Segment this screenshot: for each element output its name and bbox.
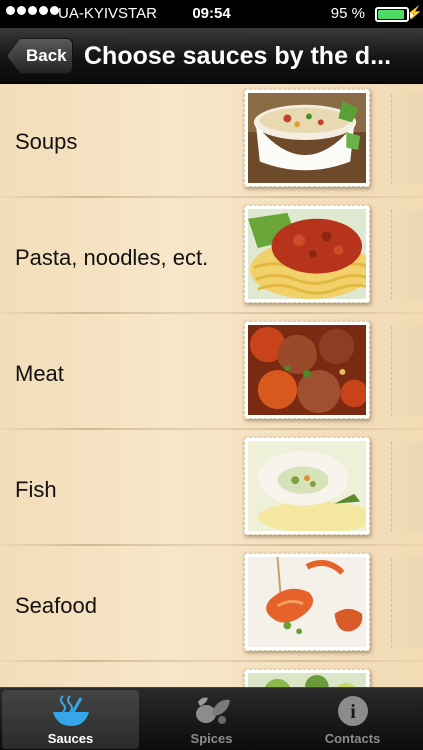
list-item-pasta[interactable]: Pasta, noodles, ect. <box>0 200 423 316</box>
pasta-photo <box>244 205 377 303</box>
list-item-meat[interactable]: Meat <box>0 316 423 432</box>
back-button[interactable]: Back <box>7 38 73 74</box>
list-item-label: Seafood <box>15 593 97 618</box>
battery-icon <box>375 7 409 22</box>
list-item-soups[interactable]: Soups <box>0 84 423 200</box>
list-item-fish[interactable]: Fish <box>0 432 423 548</box>
tab-sauces[interactable]: Sauces <box>2 690 139 749</box>
dish-category-list[interactable]: Soups Pasta, noodles, ect. Meat Fish Sea… <box>0 84 423 687</box>
list-item-partial[interactable] <box>0 664 423 687</box>
tab-label: Spices <box>190 731 233 746</box>
navigation-bar: Back Choose sauces by the d... <box>0 28 423 84</box>
page-edge-decoration <box>391 442 423 532</box>
list-item-label: Fish <box>15 477 57 502</box>
tab-bar: Sauces Spices i Contacts <box>0 687 423 750</box>
tab-label: Sauces <box>47 731 94 746</box>
salad-photo <box>244 669 370 687</box>
list-item-label: Soups <box>15 129 78 154</box>
spices-icon <box>195 697 230 724</box>
list-item-label: Pasta, noodles, ect. <box>15 245 209 270</box>
soup-bowl-photo <box>244 89 370 187</box>
back-button-label: Back <box>26 46 67 65</box>
contacts-info-icon: i <box>337 696 368 726</box>
page-edge-decoration <box>391 94 423 184</box>
fish-roll-photo <box>244 437 376 535</box>
page-edge-decoration <box>391 558 423 648</box>
battery-percent: 95 % <box>330 5 365 22</box>
list-item-label: Meat <box>15 361 64 386</box>
charging-bolt-icon: ⚡ <box>406 5 423 20</box>
status-bar: UA-KYIVSTAR 09:54 95 % ⚡ <box>0 0 423 28</box>
page-edge-decoration <box>391 210 423 300</box>
shrimp-photo <box>244 553 370 651</box>
tab-label: Contacts <box>324 731 381 746</box>
tab-spices[interactable]: Spices <box>143 690 280 749</box>
svg-text:i: i <box>350 701 356 723</box>
list-item-seafood[interactable]: Seafood <box>0 548 423 664</box>
page-title: Choose sauces by the d... <box>84 42 392 70</box>
tab-contacts[interactable]: i Contacts <box>284 690 421 749</box>
meat-stew-photo <box>244 321 370 419</box>
page-edge-decoration <box>391 326 423 416</box>
sauce-bowl-icon <box>52 695 89 726</box>
